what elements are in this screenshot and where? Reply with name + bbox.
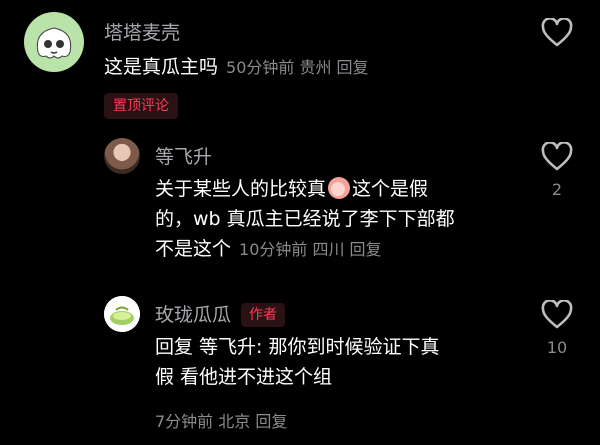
heart-outline-icon (541, 18, 573, 47)
comment-meta[interactable]: 10分钟前 四川 回复 (239, 240, 382, 259)
avatar-melon[interactable] (104, 296, 140, 332)
comment-meta[interactable]: 50分钟前 贵州 回复 (226, 58, 369, 77)
comment-1: 塔塔麦壳 这是真瓜主吗 50分钟前 贵州 回复 置顶评论 (0, 0, 600, 130)
like-count: 2 (551, 180, 563, 199)
comment-text: 关于某些人的比较真 这个是假 的，wb 真瓜主已经说了李下下部都 不是这个 10分钟… (155, 174, 535, 265)
comment-meta[interactable]: 7分钟前 北京 回复 (155, 408, 287, 432)
comment-line: 不是这个 10分钟前 四川 回复 (155, 238, 382, 260)
author-badge: 作者 (241, 303, 286, 327)
comment-3: 玫珑瓜瓜 作者 回复 等飞升: 那你到时候验证下真 假 看他进不进这个组 7分钟前… (0, 290, 600, 445)
comment-line: 假 看他进不进这个组 (155, 366, 333, 388)
comment-line: 关于某些人的比较真 这个是假 (155, 177, 429, 200)
heart-outline-icon (541, 142, 573, 171)
comment-text: 这是真瓜主吗 50分钟前 贵州 回复 (104, 52, 369, 83)
like-count: 10 (546, 338, 568, 357)
pinned-badge: 置顶评论 (104, 93, 178, 119)
comment-body: 这是真瓜主吗 (104, 56, 219, 78)
heart-outline-icon (541, 300, 573, 329)
peach-emoji-icon (328, 177, 351, 199)
like-button[interactable]: 10 (537, 300, 577, 357)
username[interactable]: 等飞升 (155, 142, 212, 169)
username[interactable]: 塔塔麦壳 (104, 18, 180, 45)
melon-icon (104, 296, 140, 332)
comment-2: 等飞升 关于某些人的比较真 这个是假 的，wb 真瓜主已经说了李下下部都 不是这个… (0, 130, 600, 290)
ghost-icon (36, 27, 72, 59)
like-button[interactable]: 2 (537, 142, 577, 199)
username[interactable]: 玫珑瓜瓜 作者 (155, 300, 286, 327)
avatar-ghost[interactable] (24, 12, 84, 72)
comment-line: 回复 等飞升: 那你到时候验证下真 (155, 336, 440, 358)
comment-line: 的，wb 真瓜主已经说了李下下部都 (155, 208, 455, 230)
like-button[interactable] (537, 18, 577, 48)
comment-text: 回复 等飞升: 那你到时候验证下真 假 看他进不进这个组 (155, 332, 535, 392)
avatar[interactable] (104, 138, 140, 174)
